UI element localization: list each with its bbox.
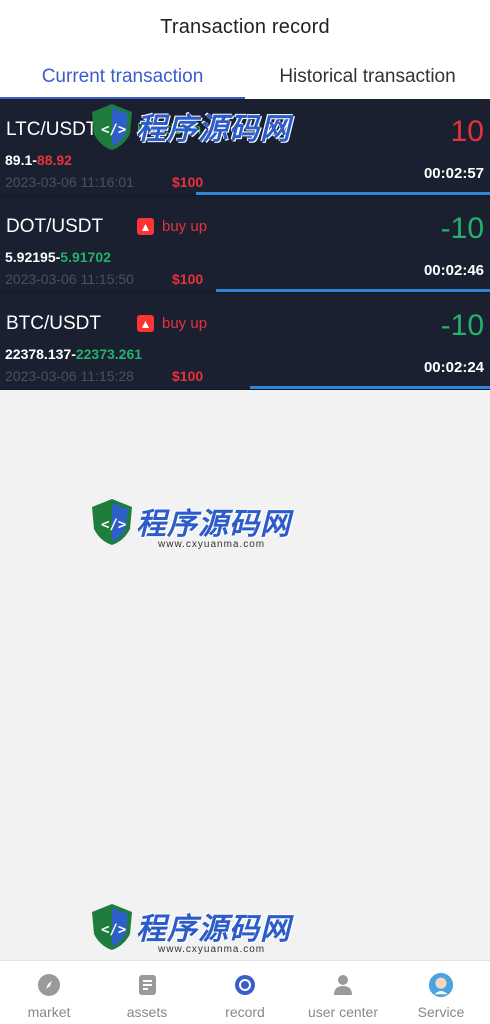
trading-pair: LTC/USDT bbox=[6, 119, 98, 140]
direction-label: buy up bbox=[162, 218, 208, 235]
nav-market[interactable]: market bbox=[0, 961, 98, 1024]
countdown-progress-bar bbox=[249, 386, 490, 389]
profit-loss: 10 bbox=[450, 115, 484, 148]
countdown-progress-bar bbox=[196, 192, 490, 195]
transaction-row[interactable]: DOT/USDT ▲ buy up 5.92195-5.91702 2023-0… bbox=[0, 196, 490, 293]
nav-label: assets bbox=[126, 1004, 168, 1020]
watermark-url: www.cxyuanma.com bbox=[158, 944, 266, 955]
nav-service[interactable]: Service bbox=[392, 961, 490, 1024]
tab-bar: Current transaction Historical transacti… bbox=[0, 54, 490, 99]
wallet-icon bbox=[134, 972, 160, 998]
countdown-timer: 00:02:57 bbox=[423, 165, 484, 182]
transaction-row[interactable]: LTC/USDT buy down 89.1-88.92 2023-03-06 … bbox=[0, 99, 490, 196]
open-price: 22378.137 bbox=[5, 346, 72, 362]
nav-record[interactable]: record bbox=[196, 961, 294, 1024]
nav-label: market bbox=[27, 1004, 71, 1020]
page-title: Transaction record bbox=[160, 15, 330, 38]
watermark-text: 程序源码网 bbox=[136, 913, 291, 946]
profit-loss: -10 bbox=[440, 309, 484, 342]
tab-historical-transaction[interactable]: Historical transaction bbox=[245, 54, 490, 99]
nav-label: user center bbox=[307, 1004, 379, 1020]
price-range: 22378.137-22373.261 bbox=[5, 346, 142, 362]
current-price: 88.92 bbox=[36, 152, 72, 168]
trading-pair: BTC/USDT bbox=[6, 313, 101, 334]
open-price: 5.92195 bbox=[5, 249, 56, 265]
transaction-datetime: 2023-03-06 11:15:50 bbox=[5, 271, 134, 287]
nav-label: Service bbox=[417, 1004, 465, 1020]
nav-assets[interactable]: assets bbox=[98, 961, 196, 1024]
transaction-amount: $100 bbox=[172, 271, 204, 287]
transaction-amount: $100 bbox=[172, 174, 204, 190]
watermark: </> 程序源码网 www.cxyuanma.com bbox=[88, 900, 291, 955]
direction-label: buy up bbox=[162, 315, 208, 332]
shield-code-icon: </> bbox=[92, 499, 132, 545]
nav-label: record bbox=[225, 1004, 265, 1020]
direction-label: buy down bbox=[137, 121, 202, 138]
countdown-progress-bar bbox=[215, 289, 490, 292]
direction-badge: ▲ buy up bbox=[137, 315, 207, 332]
svg-text:</>: </> bbox=[101, 922, 126, 938]
watermark-url: www.cxyuanma.com bbox=[158, 539, 266, 550]
user-icon bbox=[330, 972, 356, 998]
compass-icon bbox=[36, 972, 62, 998]
shield-code-icon: </> bbox=[92, 904, 132, 950]
watermark: </> 程序源码网 www.cxyuanma.com bbox=[88, 495, 291, 550]
transaction-list: LTC/USDT buy down 89.1-88.92 2023-03-06 … bbox=[0, 99, 490, 390]
open-price: 89.1 bbox=[5, 152, 33, 168]
service-avatar-icon bbox=[428, 972, 454, 998]
nav-user-center[interactable]: user center bbox=[294, 961, 392, 1024]
direction-badge: ▲ buy up bbox=[137, 218, 207, 235]
transaction-datetime: 2023-03-06 11:15:28 bbox=[5, 368, 134, 384]
countdown-timer: 00:02:24 bbox=[423, 359, 484, 376]
svg-text:</>: </> bbox=[101, 517, 126, 533]
profit-loss: -10 bbox=[440, 212, 484, 245]
countdown-timer: 00:02:46 bbox=[423, 262, 484, 279]
header: Transaction record bbox=[0, 0, 490, 54]
transaction-datetime: 2023-03-06 11:16:01 bbox=[5, 174, 134, 190]
tab-current-transaction[interactable]: Current transaction bbox=[0, 54, 245, 99]
current-price: 5.91702 bbox=[60, 249, 111, 265]
bottom-nav: market assets record user center Service bbox=[0, 960, 490, 1024]
record-icon bbox=[232, 972, 258, 998]
transaction-row[interactable]: BTC/USDT ▲ buy up 22378.137-22373.261 20… bbox=[0, 293, 490, 390]
direction-badge: buy down bbox=[137, 121, 201, 138]
price-range: 5.92195-5.91702 bbox=[5, 249, 111, 265]
arrow-up-icon: ▲ bbox=[137, 218, 154, 235]
trading-pair: DOT/USDT bbox=[6, 216, 104, 237]
watermark-text: 程序源码网 bbox=[136, 508, 291, 541]
transaction-amount: $100 bbox=[172, 368, 204, 384]
price-range: 89.1-88.92 bbox=[5, 152, 72, 168]
current-price: 22373.261 bbox=[75, 346, 143, 362]
arrow-up-icon: ▲ bbox=[137, 315, 154, 332]
